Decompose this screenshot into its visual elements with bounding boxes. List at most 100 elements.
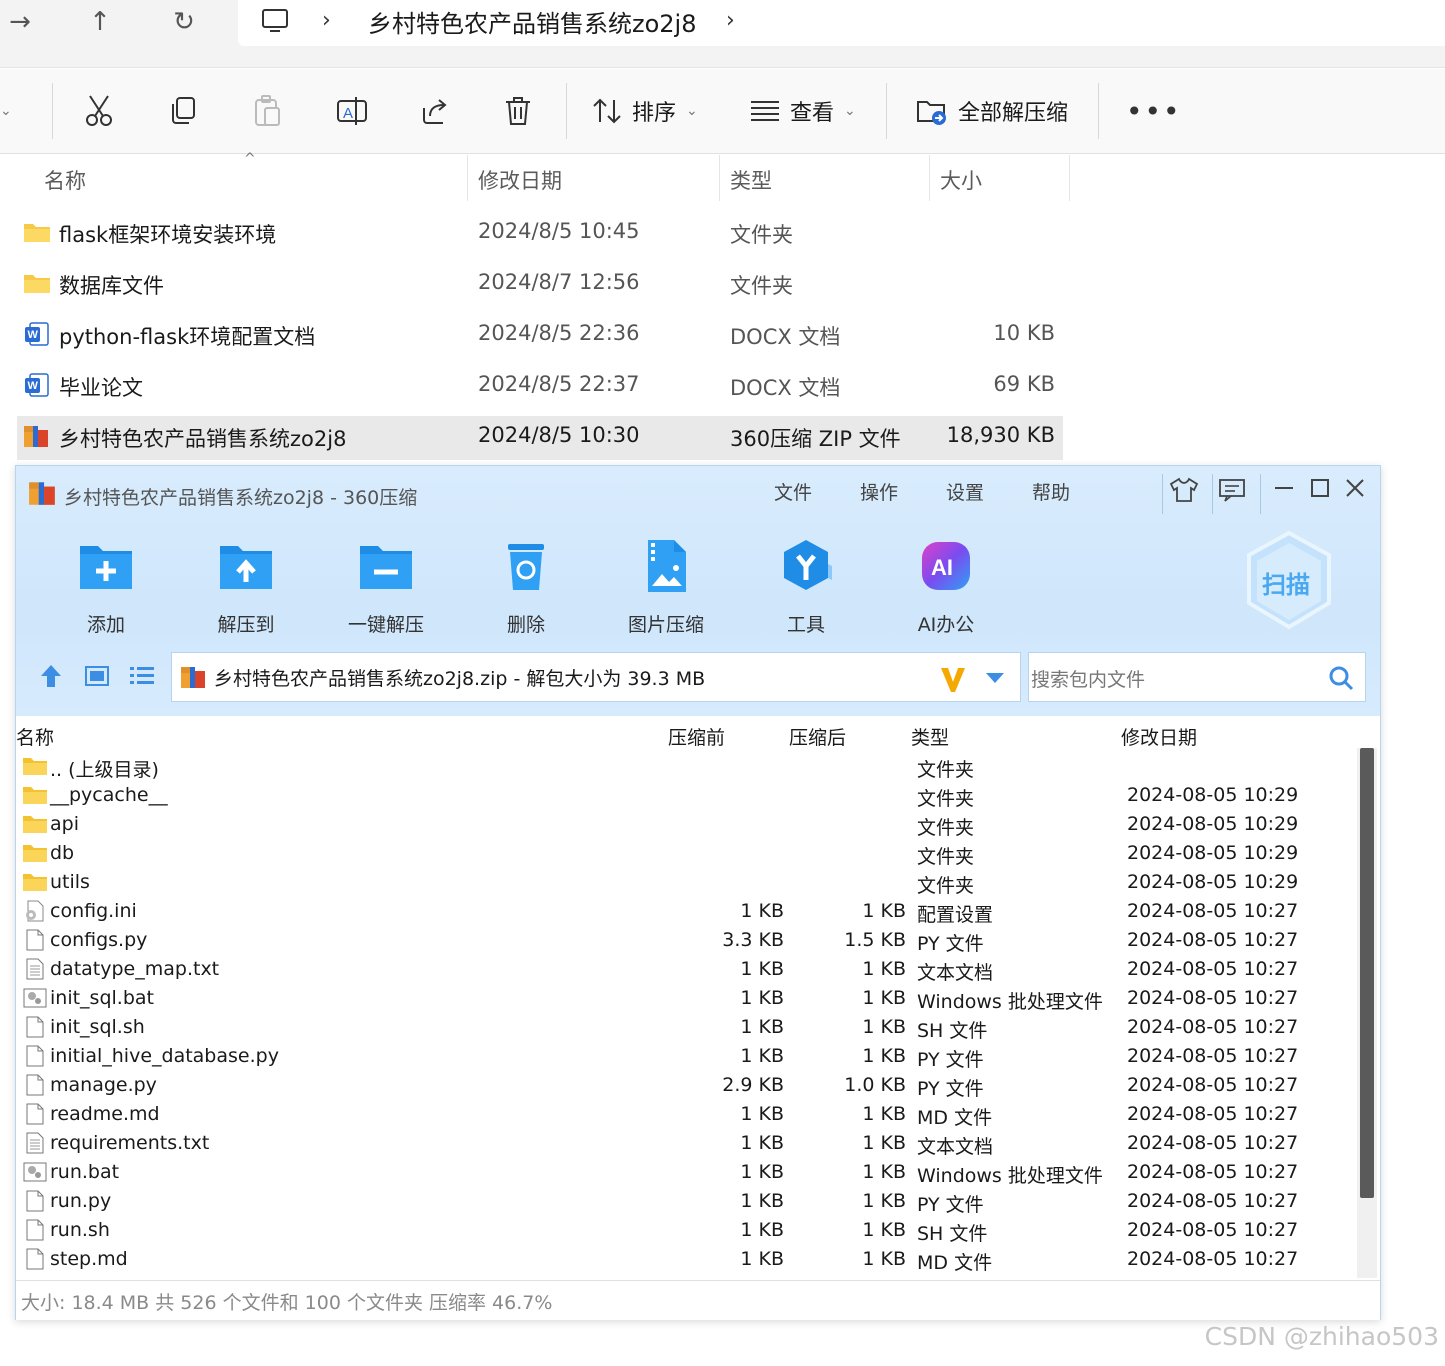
scrollbar-thumb[interactable] bbox=[1360, 748, 1374, 1198]
column-before[interactable]: 压缩前 bbox=[668, 723, 725, 750]
table-row[interactable]: run.sh 1 KB 1 KB SH 文件 2024-08-05 10:27 bbox=[16, 1216, 1356, 1245]
list-item[interactable]: 数据库文件 2024/8/7 12:56 文件夹 bbox=[17, 263, 1063, 307]
column-name[interactable]: 名称 bbox=[44, 165, 86, 195]
view-button[interactable]: 查看 ⌄ bbox=[750, 93, 856, 129]
row-date: 2024-08-05 10:27 bbox=[1127, 1132, 1299, 1154]
table-row[interactable]: init_sql.sh 1 KB 1 KB SH 文件 2024-08-05 1… bbox=[16, 1013, 1356, 1042]
extract-to-label: 解压到 bbox=[217, 614, 275, 636]
list-item[interactable]: W python-flask环境配置文档 2024/8/5 22:36 DOCX… bbox=[17, 314, 1063, 358]
row-type: Windows 批处理文件 bbox=[917, 1165, 1103, 1187]
column-date[interactable]: 修改日期 bbox=[478, 165, 562, 195]
table-row[interactable]: readme.md 1 KB 1 KB MD 文件 2024-08-05 10:… bbox=[16, 1100, 1356, 1129]
row-before: 1 KB bbox=[740, 900, 784, 922]
row-before: 1 KB bbox=[740, 1190, 784, 1212]
row-after: 1 KB bbox=[862, 958, 906, 980]
table-row[interactable]: __pycache__ 文件夹 2024-08-05 10:29 bbox=[16, 781, 1356, 810]
sort-button[interactable]: 排序 ⌄ bbox=[592, 93, 698, 129]
batch-file-icon bbox=[23, 1162, 47, 1182]
feedback-icon[interactable] bbox=[1214, 476, 1250, 506]
share-icon[interactable] bbox=[420, 93, 450, 129]
minimize-icon[interactable] bbox=[1266, 476, 1302, 506]
list-view-icon[interactable] bbox=[128, 663, 156, 693]
list-item-selected[interactable]: 乡村特色农产品销售系统zo2j8 2024/8/5 10:30 360压缩 ZI… bbox=[17, 416, 1063, 460]
more-options-icon[interactable]: ••• bbox=[1126, 93, 1182, 129]
one-click-extract-icon bbox=[360, 546, 412, 589]
vertical-scrollbar[interactable] bbox=[1357, 748, 1377, 1278]
table-row[interactable]: step.md 1 KB 1 KB MD 文件 2024-08-05 10:27 bbox=[16, 1245, 1356, 1274]
table-row[interactable]: db 文件夹 2024-08-05 10:29 bbox=[16, 839, 1356, 868]
tools-button[interactable]: 工具 bbox=[746, 536, 866, 637]
row-date: 2024-08-05 10:29 bbox=[1127, 813, 1299, 835]
row-type: Windows 批处理文件 bbox=[917, 991, 1103, 1013]
breadcrumb[interactable]: › 乡村特色农产品销售系统zo2j8 › bbox=[238, 0, 1445, 46]
menu-operation[interactable]: 操作 bbox=[860, 478, 898, 505]
forward-arrow-icon[interactable]: → bbox=[0, 6, 40, 38]
table-row[interactable]: init_sql.bat 1 KB 1 KB Windows 批处理文件 202… bbox=[16, 984, 1356, 1013]
table-row[interactable]: config.ini 1 KB 1 KB 配置设置 2024-08-05 10:… bbox=[16, 897, 1356, 926]
row-before: 1 KB bbox=[740, 1219, 784, 1241]
column-type[interactable]: 类型 bbox=[730, 165, 772, 195]
chevron-right-icon: › bbox=[322, 8, 331, 33]
zip-archive-icon bbox=[24, 426, 48, 447]
delete-button[interactable]: 删除 bbox=[466, 536, 586, 637]
thumbnail-view-icon[interactable] bbox=[84, 663, 110, 693]
one-click-extract-button[interactable]: 一键解压 bbox=[326, 536, 446, 637]
table-row[interactable]: api 文件夹 2024-08-05 10:29 bbox=[16, 810, 1356, 839]
copy-icon[interactable] bbox=[168, 93, 198, 129]
search-icon[interactable] bbox=[1327, 664, 1355, 692]
delete-icon[interactable] bbox=[504, 93, 532, 129]
menu-help[interactable]: 帮助 bbox=[1032, 478, 1070, 505]
table-row[interactable]: run.bat 1 KB 1 KB Windows 批处理文件 2024-08-… bbox=[16, 1158, 1356, 1187]
archive-path-field[interactable]: 乡村特色农产品销售系统zo2j8.zip - 解包大小为 39.3 MB bbox=[171, 652, 1021, 702]
table-row[interactable]: requirements.txt 1 KB 1 KB 文本文档 2024-08-… bbox=[16, 1129, 1356, 1158]
dropdown-arrow-icon[interactable] bbox=[984, 671, 1006, 685]
list-item[interactable]: W 毕业论文 2024/8/5 22:37 DOCX 文档 69 KB bbox=[17, 365, 1063, 409]
list-item[interactable]: flask框架环境安装环境 2024/8/5 10:45 文件夹 bbox=[17, 212, 1063, 256]
column-name[interactable]: 名称 bbox=[16, 723, 54, 750]
row-name: step.md bbox=[50, 1248, 128, 1270]
refresh-icon[interactable]: ↻ bbox=[164, 6, 204, 38]
maximize-icon[interactable] bbox=[1302, 476, 1338, 506]
table-row[interactable]: utils 文件夹 2024-08-05 10:29 bbox=[16, 868, 1356, 897]
chevron-right-icon[interactable]: › bbox=[726, 8, 735, 33]
breadcrumb-current-folder[interactable]: 乡村特色农产品销售系统zo2j8 bbox=[368, 4, 697, 39]
up-folder-icon[interactable] bbox=[38, 663, 64, 693]
extract-to-button[interactable]: 解压到 bbox=[186, 536, 306, 637]
column-type[interactable]: 类型 bbox=[911, 723, 949, 750]
row-name: run.py bbox=[50, 1190, 112, 1212]
svg-text:A: A bbox=[343, 105, 353, 122]
table-row[interactable]: configs.py 3.3 KB 1.5 KB PY 文件 2024-08-0… bbox=[16, 926, 1356, 955]
v-logo-icon[interactable] bbox=[938, 664, 968, 694]
column-date[interactable]: 修改日期 bbox=[1121, 723, 1197, 750]
extract-all-button[interactable]: 全部解压缩 bbox=[916, 93, 1068, 129]
menu-file[interactable]: 文件 bbox=[774, 478, 812, 505]
scan-badge[interactable]: 扫描 bbox=[1244, 530, 1334, 631]
image-compress-button[interactable]: 图片压缩 bbox=[606, 536, 726, 637]
search-input[interactable]: 搜索包内文件 bbox=[1028, 652, 1366, 702]
row-date: 2024-08-05 10:27 bbox=[1127, 1248, 1299, 1270]
row-date: 2024-08-05 10:29 bbox=[1127, 842, 1299, 864]
row-type: 文件夹 bbox=[917, 759, 975, 781]
table-row[interactable]: manage.py 2.9 KB 1.0 KB PY 文件 2024-08-05… bbox=[16, 1071, 1356, 1100]
table-row[interactable]: datatype_map.txt 1 KB 1 KB 文本文档 2024-08-… bbox=[16, 955, 1356, 984]
table-row[interactable]: initial_hive_database.py 1 KB 1 KB PY 文件… bbox=[16, 1042, 1356, 1071]
skin-shirt-icon[interactable] bbox=[1166, 476, 1202, 506]
zip-header: 乡村特色农产品销售系统zo2j8 - 360压缩 文件 操作 设置 帮助 添加 bbox=[16, 466, 1380, 716]
column-size[interactable]: 大小 bbox=[940, 165, 982, 195]
new-dropdown-chevron-icon[interactable]: ⌄ bbox=[0, 93, 12, 129]
item-name: 毕业论文 bbox=[59, 376, 143, 400]
add-button[interactable]: 添加 bbox=[46, 536, 166, 637]
column-after[interactable]: 压缩后 bbox=[789, 723, 846, 750]
file-icon bbox=[26, 1219, 44, 1241]
table-row[interactable]: run.py 1 KB 1 KB PY 文件 2024-08-05 10:27 bbox=[16, 1187, 1356, 1216]
row-type: 文本文档 bbox=[917, 962, 994, 984]
rename-icon[interactable]: A bbox=[336, 93, 368, 129]
table-row[interactable]: .. (上级目录) 文件夹 bbox=[16, 752, 1356, 781]
up-arrow-icon[interactable]: ↑ bbox=[80, 6, 120, 38]
ai-office-button[interactable]: AI AI办公 bbox=[886, 536, 1006, 637]
menu-settings[interactable]: 设置 bbox=[946, 478, 984, 505]
item-name: python-flask环境配置文档 bbox=[59, 325, 316, 349]
cut-icon[interactable] bbox=[84, 93, 114, 129]
row-name: db bbox=[50, 842, 75, 864]
close-icon[interactable] bbox=[1337, 476, 1373, 506]
